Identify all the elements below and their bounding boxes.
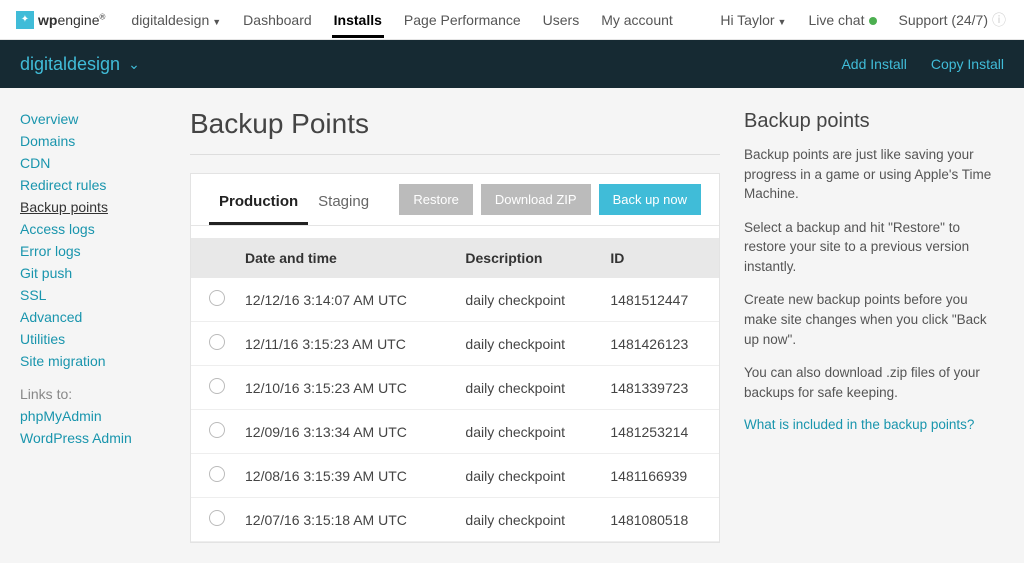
info-paragraph: Backup points are just like saving your … <box>744 145 1004 204</box>
cell-datetime: 12/08/16 3:15:39 AM UTC <box>235 454 455 498</box>
table-row[interactable]: 12/08/16 3:15:39 AM UTCdaily checkpoint1… <box>191 454 719 498</box>
nav-item-my-account[interactable]: My account <box>599 2 675 38</box>
cell-datetime: 12/07/16 3:15:18 AM UTC <box>235 498 455 542</box>
cell-id: 1481253214 <box>600 410 719 454</box>
tab-buttons: Restore Download ZIP Back up now <box>399 184 701 225</box>
table-row[interactable]: 12/09/16 3:13:34 AM UTCdaily checkpoint1… <box>191 410 719 454</box>
cell-datetime: 12/12/16 3:14:07 AM UTC <box>235 278 455 322</box>
nav-item-dashboard[interactable]: Dashboard <box>241 2 314 38</box>
cell-description: daily checkpoint <box>455 498 600 542</box>
sidebar-item-error-logs[interactable]: Error logs <box>20 240 180 262</box>
sidebar-item-ssl[interactable]: SSL <box>20 284 180 306</box>
caret-down-icon: ▼ <box>212 17 221 27</box>
radio-select[interactable] <box>209 422 225 438</box>
backup-table: Date and time Description ID 12/12/16 3:… <box>191 238 719 542</box>
cell-id: 1481166939 <box>600 454 719 498</box>
chevron-down-icon: ⌄ <box>128 56 140 73</box>
body: OverviewDomainsCDNRedirect rulesBackup p… <box>0 88 1024 563</box>
status-dot-icon <box>869 17 877 25</box>
backup-card: ProductionStaging Restore Download ZIP B… <box>190 173 720 543</box>
sidebar-item-backup-points[interactable]: Backup points <box>20 196 180 218</box>
logo-text: wpengine® <box>38 12 105 28</box>
info-icon: ⓘ <box>992 12 1006 28</box>
live-chat-link[interactable]: Live chat <box>806 2 878 38</box>
table-row[interactable]: 12/10/16 3:15:23 AM UTCdaily checkpoint1… <box>191 366 719 410</box>
page-title: Backup Points <box>190 108 720 140</box>
sidebar-item-git-push[interactable]: Git push <box>20 262 180 284</box>
table-header-select <box>191 238 235 278</box>
subnav-actions: Add Install Copy Install <box>841 56 1004 72</box>
install-name-label: digitaldesign <box>20 54 120 75</box>
table-row[interactable]: 12/07/16 3:15:18 AM UTCdaily checkpoint1… <box>191 498 719 542</box>
radio-select[interactable] <box>209 466 225 482</box>
tabs-row: ProductionStaging Restore Download ZIP B… <box>191 174 719 226</box>
cell-id: 1481080518 <box>600 498 719 542</box>
sidebar-item-redirect-rules[interactable]: Redirect rules <box>20 174 180 196</box>
nav-item-users[interactable]: Users <box>541 2 582 38</box>
table-header-description: Description <box>455 238 600 278</box>
nav-item-page-performance[interactable]: Page Performance <box>402 2 523 38</box>
table-header-row: Date and time Description ID <box>191 238 719 278</box>
cell-description: daily checkpoint <box>455 366 600 410</box>
main: Backup Points ProductionStaging Restore … <box>190 108 1004 543</box>
sidebar-item-domains[interactable]: Domains <box>20 130 180 152</box>
nav-item-installs[interactable]: Installs <box>332 2 384 38</box>
caret-down-icon: ▼ <box>778 17 787 27</box>
cell-description: daily checkpoint <box>455 410 600 454</box>
sidebar-link-phpmyadmin[interactable]: phpMyAdmin <box>20 405 180 427</box>
top-nav: ✦ wpengine® digitaldesign▼ Dashboard Inst… <box>0 0 1024 40</box>
sidebar: OverviewDomainsCDNRedirect rulesBackup p… <box>20 108 180 543</box>
topnav-left: digitaldesign▼ Dashboard Installs Page Per… <box>129 2 674 38</box>
info-panel: Backup points Backup points are just lik… <box>744 108 1004 543</box>
divider <box>190 154 720 155</box>
table-row[interactable]: 12/11/16 3:15:23 AM UTCdaily checkpoint1… <box>191 322 719 366</box>
add-install-link[interactable]: Add Install <box>841 56 906 72</box>
restore-button[interactable]: Restore <box>399 184 473 215</box>
info-paragraph: You can also download .zip files of your… <box>744 363 1004 402</box>
links-to-label: Links to: <box>20 372 180 405</box>
cell-description: daily checkpoint <box>455 454 600 498</box>
radio-select[interactable] <box>209 334 225 350</box>
radio-select[interactable] <box>209 510 225 526</box>
sidebar-item-utilities[interactable]: Utilities <box>20 328 180 350</box>
table-header-id: ID <box>600 238 719 278</box>
sidebar-link-wordpress-admin[interactable]: WordPress Admin <box>20 427 180 449</box>
radio-select[interactable] <box>209 378 225 394</box>
table-row[interactable]: 12/12/16 3:14:07 AM UTCdaily checkpoint1… <box>191 278 719 322</box>
backup-now-button[interactable]: Back up now <box>599 184 701 215</box>
logo[interactable]: ✦ wpengine® <box>16 11 105 29</box>
cell-description: daily checkpoint <box>455 322 600 366</box>
sidebar-item-cdn[interactable]: CDN <box>20 152 180 174</box>
support-link[interactable]: Support (24/7)ⓘ <box>897 0 1009 40</box>
cell-description: daily checkpoint <box>455 278 600 322</box>
copy-install-link[interactable]: Copy Install <box>931 56 1004 72</box>
table-header-datetime: Date and time <box>235 238 455 278</box>
topnav-right: Hi Taylor▼ Live chat Support (24/7)ⓘ <box>718 0 1008 40</box>
sidebar-item-access-logs[interactable]: Access logs <box>20 218 180 240</box>
sidebar-item-site-migration[interactable]: Site migration <box>20 350 180 372</box>
info-whats-included-link[interactable]: What is included in the backup points? <box>744 417 974 432</box>
content: Backup Points ProductionStaging Restore … <box>190 108 720 543</box>
cell-id: 1481512447 <box>600 278 719 322</box>
download-zip-button[interactable]: Download ZIP <box>481 184 591 215</box>
info-title: Backup points <box>744 110 1004 133</box>
user-greeting[interactable]: Hi Taylor▼ <box>718 2 788 38</box>
info-paragraph: Create new backup points before you make… <box>744 290 1004 349</box>
cell-datetime: 12/09/16 3:13:34 AM UTC <box>235 410 455 454</box>
info-paragraph: Select a backup and hit "Restore" to res… <box>744 218 1004 277</box>
sidebar-item-overview[interactable]: Overview <box>20 108 180 130</box>
tab-staging[interactable]: Staging <box>308 185 379 224</box>
radio-select[interactable] <box>209 290 225 306</box>
logo-icon: ✦ <box>16 11 34 29</box>
cell-id: 1481339723 <box>600 366 719 410</box>
cell-datetime: 12/11/16 3:15:23 AM UTC <box>235 322 455 366</box>
cell-datetime: 12/10/16 3:15:23 AM UTC <box>235 366 455 410</box>
tab-production[interactable]: Production <box>209 185 308 225</box>
sidebar-item-advanced[interactable]: Advanced <box>20 306 180 328</box>
account-dropdown[interactable]: digitaldesign▼ <box>129 2 223 38</box>
install-selector[interactable]: digitaldesign ⌄ <box>20 54 140 75</box>
cell-id: 1481426123 <box>600 322 719 366</box>
sub-nav: digitaldesign ⌄ Add Install Copy Install <box>0 40 1024 88</box>
